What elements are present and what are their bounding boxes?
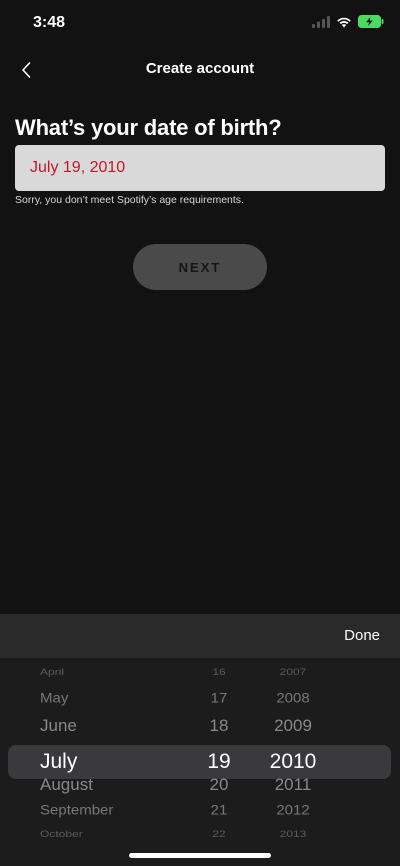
home-indicator — [129, 853, 271, 858]
date-of-birth-field[interactable]: July 19, 2010 — [15, 145, 385, 191]
day-option[interactable]: 17 — [190, 686, 248, 710]
day-option[interactable]: 21 — [190, 798, 248, 822]
year-option[interactable]: 2011 — [248, 770, 338, 798]
year-option[interactable]: 2012 — [248, 798, 338, 822]
next-button[interactable]: NEXT — [133, 244, 267, 290]
month-option[interactable]: October — [40, 825, 190, 843]
month-wheel[interactable]: April May June July August September October — [40, 658, 190, 866]
done-button[interactable]: Done — [344, 627, 380, 644]
day-option[interactable]: 20 — [190, 770, 248, 798]
month-option[interactable]: May — [40, 686, 190, 710]
nav-bar: Create account — [0, 52, 400, 88]
day-option[interactable]: 18 — [190, 711, 248, 739]
year-option[interactable]: 2008 — [248, 686, 338, 710]
signal-icon — [312, 15, 330, 28]
year-option[interactable]: 2013 — [248, 825, 338, 843]
age-error-message: Sorry, you don’t meet Spotify’s age requ… — [15, 194, 244, 206]
month-option[interactable]: June — [40, 711, 190, 739]
date-picker-wheel[interactable]: April May June July August September October 1… — [0, 658, 400, 866]
page-title: Create account — [145, 60, 255, 77]
month-option[interactable]: September — [40, 798, 190, 822]
create-account-screen: 3:48 Create account What’s your date of … — [0, 0, 400, 866]
wifi-icon — [337, 17, 351, 27]
month-option[interactable]: August — [40, 770, 190, 798]
dob-question: What’s your date of birth? — [15, 115, 282, 140]
picker-toolbar: Done — [0, 614, 400, 658]
status-time: 3:48 — [33, 14, 66, 31]
day-option[interactable]: 16 — [190, 663, 248, 681]
year-option[interactable]: 2007 — [248, 663, 338, 681]
status-bar: 3:48 — [0, 0, 400, 48]
status-icons — [312, 15, 384, 28]
day-wheel[interactable]: 16 17 18 19 20 21 22 — [190, 658, 248, 866]
year-wheel[interactable]: 2007 2008 2009 2010 2011 2012 2013 — [248, 658, 338, 866]
date-picker-sheet: Done April May June July August September Octo… — [0, 614, 400, 866]
month-option[interactable]: April — [40, 663, 190, 681]
day-option[interactable]: 22 — [190, 825, 248, 843]
year-option[interactable]: 2009 — [248, 711, 338, 739]
battery-charging-icon — [358, 15, 384, 28]
